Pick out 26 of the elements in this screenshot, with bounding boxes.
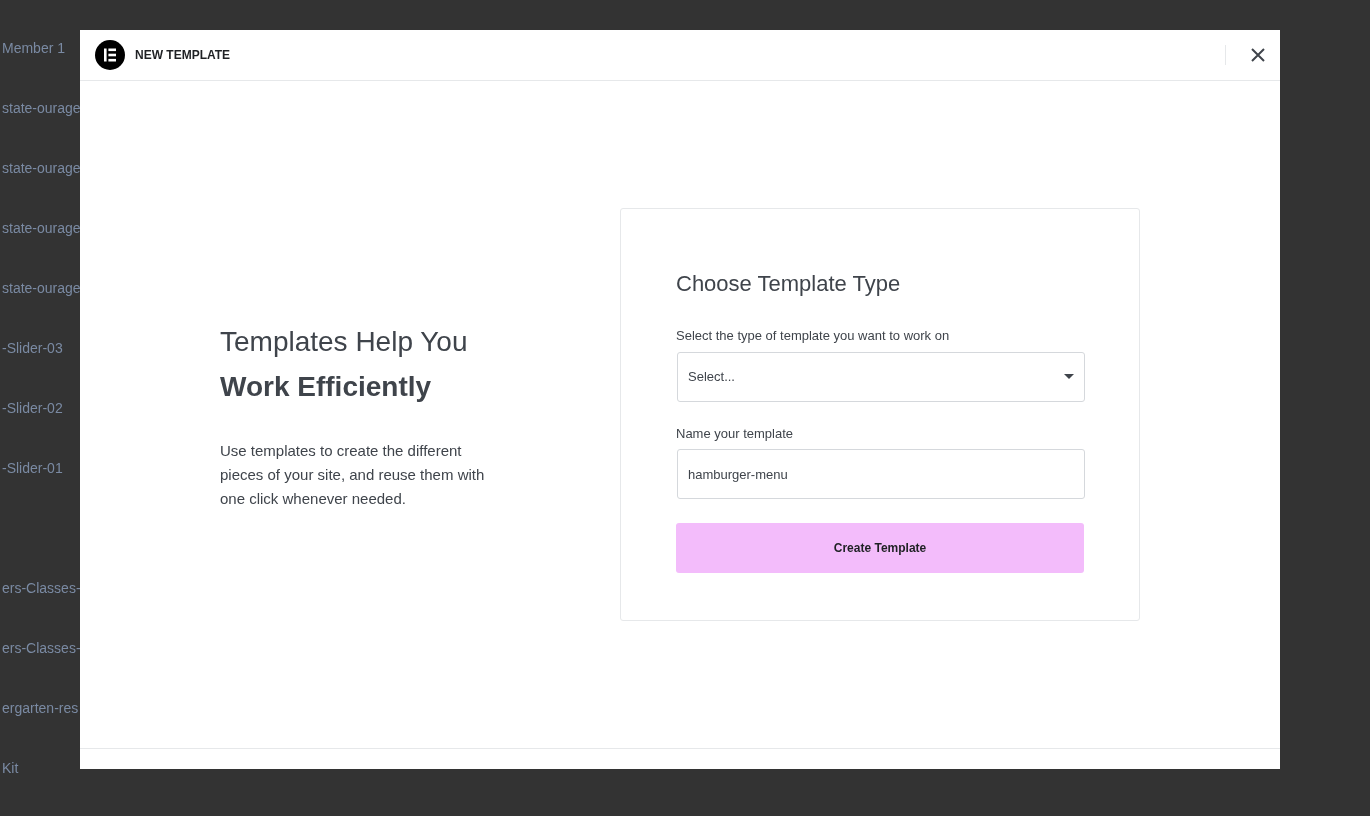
- field-label: Name your template: [676, 424, 795, 443]
- intro-heading-bold: Work Efficiently: [220, 369, 433, 404]
- list-item-label: state-ourage: [2, 220, 80, 236]
- list-item-label: state-ourage: [2, 100, 80, 116]
- list-item-label: -Slider-02: [2, 400, 63, 416]
- logo-icon: [95, 40, 125, 70]
- close-button[interactable]: [1225, 45, 1265, 65]
- list-item-label: ers-Classes-: [2, 580, 80, 596]
- template-type-select[interactable]: Select...: [677, 351, 1085, 402]
- intro-heading: Templates Help You: [220, 324, 469, 359]
- field-label: Select the type of template you want to work on: [676, 327, 951, 345]
- list-item-label: state-ourage: [2, 160, 80, 176]
- form-title: Choose Template Type: [676, 270, 902, 298]
- list-item-label: Member 1: [2, 40, 66, 56]
- list-item-label: Kit: [2, 760, 19, 776]
- caret-icon: [1064, 374, 1074, 379]
- list-item-label: ers-Classes-: [2, 640, 80, 656]
- template-name-field[interactable]: hamburger-menu: [677, 449, 1085, 499]
- list-item-label: -Slider-01: [2, 460, 63, 476]
- create-template-button[interactable]: Create Template: [676, 523, 1084, 573]
- intro-text: Use templates to create the different pieces of your site, and reuse them with one click whenever needed.: [220, 440, 486, 509]
- modal-title: NEW TEMPLATE: [135, 47, 231, 64]
- list-item-label: -Slider-03: [2, 340, 63, 356]
- list-item-label: ergarten-res: [2, 700, 79, 716]
- close-icon: [1251, 48, 1265, 62]
- list-item-label: state-ourage: [2, 280, 80, 296]
